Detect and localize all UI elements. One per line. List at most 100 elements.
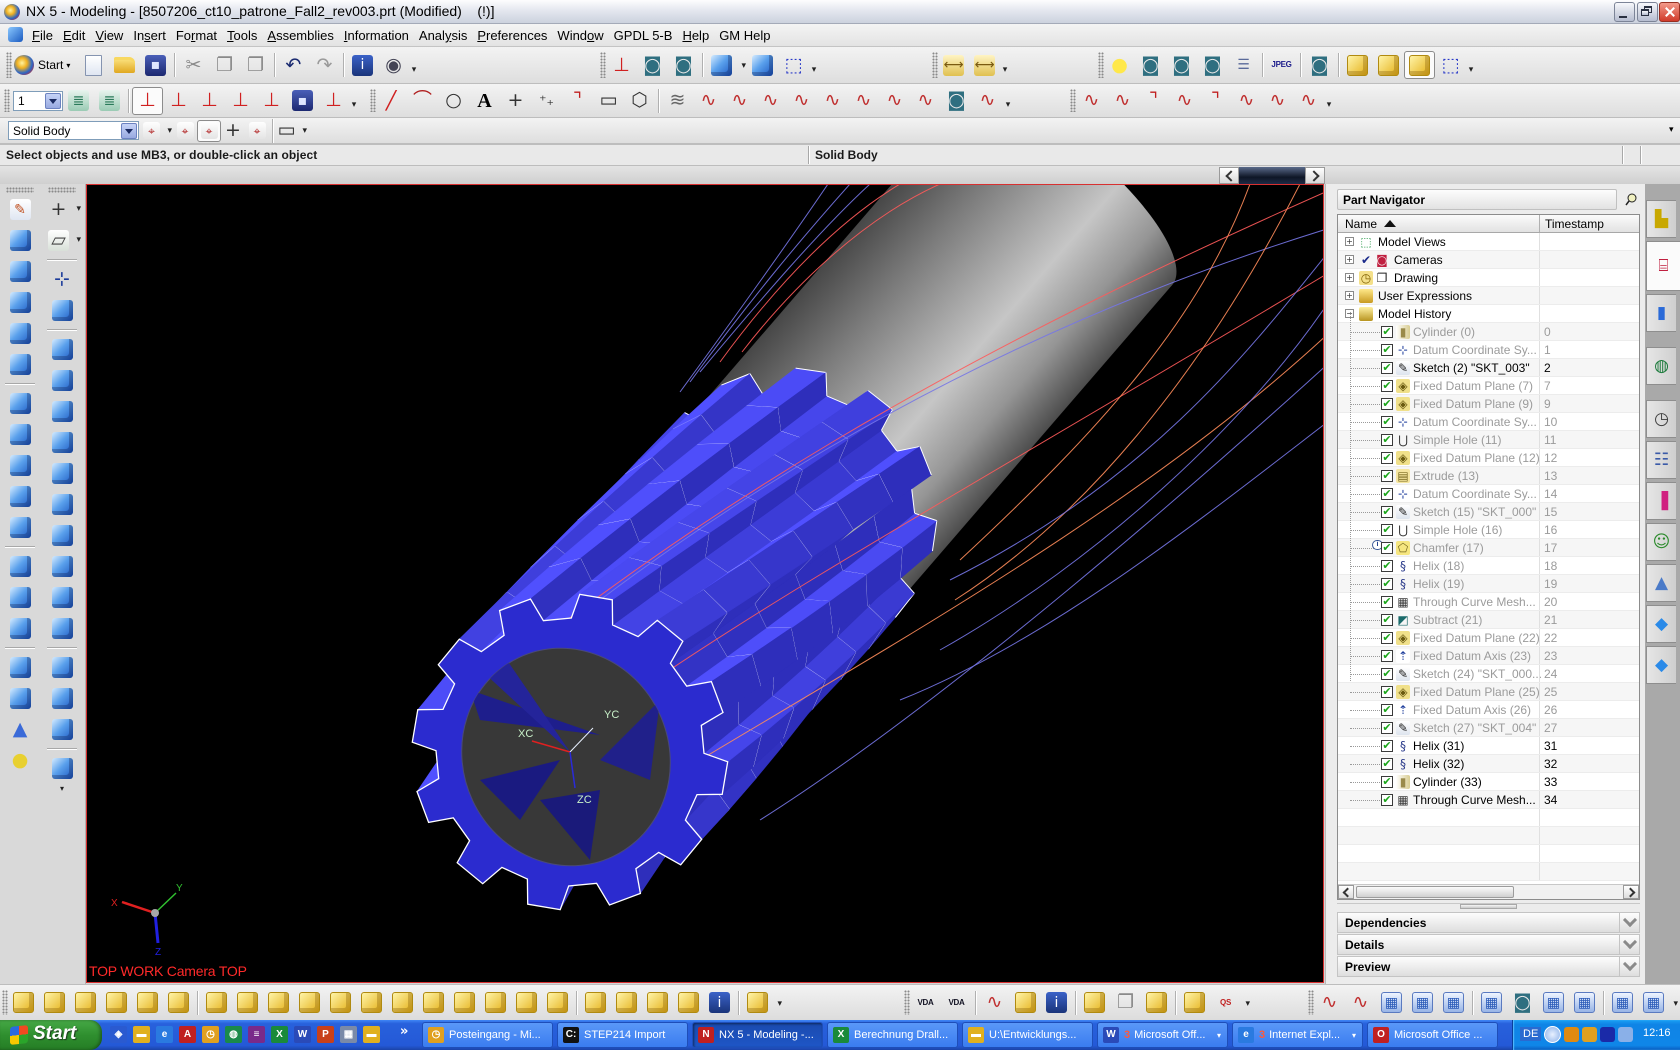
word-launcher-icon[interactable]: W — [294, 1026, 311, 1043]
acrobat-launcher-icon[interactable]: A — [179, 1026, 196, 1043]
datum-point-button[interactable]: + ▾ — [42, 194, 82, 225]
navigator-node-drawing[interactable]: + ◷ ❐ Drawing — [1338, 269, 1639, 287]
clock[interactable]: 12:16 — [1643, 1027, 1671, 1039]
orient-view-to-model-button[interactable]: ◙ — [637, 51, 668, 79]
horizontal-scrollbar[interactable] — [1338, 884, 1639, 899]
minimize-button[interactable] — [1614, 2, 1635, 22]
suppress-checkbox[interactable]: ✔ — [1381, 632, 1393, 644]
history-row[interactable]: ✔ ◈ Fixed Datum Plane (25) 25 — [1338, 683, 1639, 701]
studio-display-button[interactable]: ◙ — [1304, 51, 1335, 79]
block-button[interactable] — [2, 652, 38, 683]
show-desktop-launcher-icon[interactable]: ◈ — [110, 1026, 127, 1043]
part-navigator-tree[interactable]: Name Timestamp + ⬚ Model Views + ✔ ◙ Cameras + ◷… — [1337, 214, 1640, 900]
copy-button[interactable]: ❐ — [209, 51, 240, 79]
view-section-button[interactable]: ◙ — [1166, 51, 1197, 79]
history-row[interactable]: ✔ ▮ Cylinder (0) 0 — [1338, 323, 1639, 341]
history-row[interactable]: ✔ § Helix (32) 32 — [1338, 755, 1639, 773]
snap-feature-button[interactable]: ⌖ — [245, 120, 269, 142]
high-quality-image-button[interactable]: ◙ — [1135, 51, 1166, 79]
menu-edit[interactable]: Edit — [58, 24, 90, 47]
wcs-set-origin-xyz-button[interactable]: ⊥ — [256, 87, 287, 115]
history-row[interactable]: ✔ ▮ Cylinder (33) 33 — [1338, 773, 1639, 791]
wcs-orient-button[interactable]: ⊥ — [225, 87, 256, 115]
suppress-checkbox[interactable]: ✔ — [1381, 362, 1393, 374]
restore-button[interactable] — [1637, 2, 1658, 22]
history-row[interactable]: ✔ § Helix (18) 18 — [1338, 557, 1639, 575]
circle-button[interactable]: ○ — [438, 87, 469, 115]
history-row[interactable]: ✔ ⋃ Simple Hole (11) 11 — [1338, 431, 1639, 449]
type-filter-dropdown[interactable]: Solid Body — [8, 121, 139, 140]
soft-blend-button[interactable] — [44, 396, 80, 427]
thread-button[interactable] — [44, 489, 80, 520]
history-row[interactable]: ✔ ⊹ Datum Coordinate Sy... 14 — [1338, 485, 1639, 503]
history-row[interactable]: ✔ ⊹ Datum Coordinate Sy... 1 — [1338, 341, 1639, 359]
suppress-checkbox[interactable]: ✔ — [1381, 794, 1393, 806]
edit-curve-length-button[interactable]: ∿ — [1231, 87, 1262, 115]
edit-curve-parameters-button[interactable]: ∿ — [1076, 87, 1107, 115]
history-palette-tab[interactable]: ◷ — [1646, 400, 1676, 438]
text-button[interactable]: A — [469, 87, 500, 115]
information-window-button[interactable]: i — [1041, 989, 1072, 1017]
component-properties-button[interactable] — [611, 989, 642, 1017]
search-icon[interactable] — [1618, 1027, 1633, 1042]
wcs-save-button[interactable]: ▪ — [287, 87, 318, 115]
scroll-left-button[interactable] — [1219, 167, 1239, 184]
face-blend-button[interactable] — [44, 365, 80, 396]
thicken-button[interactable] — [44, 683, 80, 714]
taskbar-button[interactable]: ▬ U:\Entwicklungs... — [962, 1022, 1093, 1048]
history-row[interactable]: ✔ ⇡ Fixed Datum Axis (23) 23 — [1338, 647, 1639, 665]
visualization-palette-tab[interactable]: ▐ — [1646, 482, 1676, 520]
internet-explorer-launcher-icon[interactable]: e — [156, 1026, 173, 1043]
through-curves-button[interactable]: ∿ — [1314, 989, 1345, 1017]
history-row[interactable]: ✔ ✎ Sketch (27) "SKT_004" 27 — [1338, 719, 1639, 737]
work-layer-dropdown[interactable]: 1 — [13, 90, 63, 111]
arc-button[interactable]: ⌒ — [407, 87, 438, 115]
web-browser-tab[interactable]: ◍ — [1646, 347, 1676, 385]
slot-button[interactable] — [44, 458, 80, 489]
smooth-spline-button[interactable]: ∿ — [1262, 87, 1293, 115]
chevron-down-icon[interactable]: ▾ — [777, 998, 782, 1009]
suppress-checkbox[interactable]: ✔ — [1381, 578, 1393, 590]
history-row[interactable]: i ✔ ⬠ Chamfer (17) 17 — [1338, 539, 1639, 557]
trim-body-button[interactable] — [44, 295, 80, 326]
toolbar-more-dropdown[interactable]: ▾ — [1466, 56, 1476, 75]
wireframe-block-button[interactable]: ⬚ — [1435, 51, 1466, 79]
check-assembly-button[interactable] — [673, 989, 704, 1017]
powerpoint-launcher-icon[interactable]: P — [317, 1026, 334, 1043]
revolve-button[interactable] — [2, 256, 38, 287]
lightbulb-button[interactable]: ● — [1104, 51, 1135, 79]
pin-icon[interactable] — [1624, 192, 1638, 206]
suppress-checkbox[interactable]: ✔ — [1381, 722, 1393, 734]
information-button[interactable]: i — [347, 51, 378, 79]
suppress-checkbox[interactable]: ✔ — [1381, 650, 1393, 662]
history-row[interactable]: ✔ ▤ Extrude (13) 13 — [1338, 467, 1639, 485]
menu-assemblies[interactable]: Assemblies — [262, 24, 338, 47]
system-materials-tab[interactable]: ☷ — [1646, 441, 1676, 479]
add-existing-component-button[interactable] — [201, 989, 232, 1017]
history-row[interactable]: ✔ ⊹ Datum Coordinate Sy... 10 — [1338, 413, 1639, 431]
chevron-down-icon[interactable]: ▾ — [76, 203, 81, 214]
taskbar-button[interactable]: C: STEP214 Import — [557, 1022, 688, 1048]
history-row[interactable]: ✔ § Helix (31) 31 — [1338, 737, 1639, 755]
expand-icon[interactable]: + — [1345, 237, 1354, 246]
toolbar-grip[interactable] — [6, 187, 34, 193]
suppress-checkbox[interactable]: ✔ — [1381, 704, 1393, 716]
link-assembly-button[interactable] — [642, 989, 673, 1017]
taskbar-button[interactable]: X Berechnung Drall... — [827, 1022, 958, 1048]
reposition-component-button[interactable] — [1373, 51, 1404, 79]
navigator-node-cameras[interactable]: + ✔ ◙ Cameras — [1338, 251, 1639, 269]
toolbar-grip[interactable] — [48, 187, 76, 193]
new-file-button[interactable] — [78, 51, 109, 79]
move-to-layer-button[interactable]: ≣ — [94, 87, 125, 115]
suppress-checkbox[interactable]: ✔ — [1381, 398, 1393, 410]
menu-gpdl-5-b[interactable]: GPDL 5-B — [609, 24, 678, 47]
taskbar-button[interactable]: W 3 Microsoft Off... ▾ — [1097, 1022, 1228, 1048]
chevron-down-icon[interactable] — [1619, 957, 1639, 976]
wcs-orient-view-button[interactable]: ⊥ — [606, 51, 637, 79]
history-row[interactable]: ✔ ◩ Subtract (21) 21 — [1338, 611, 1639, 629]
clearance-analysis-button[interactable] — [580, 989, 611, 1017]
paste-button[interactable]: ❐ — [240, 51, 271, 79]
graphics-window[interactable]: XC YC ZC X Y Z TOP WORK Camera TOP — [86, 184, 1324, 983]
polygon-button[interactable]: ⬡ — [624, 87, 655, 115]
nx-app-icon[interactable] — [4, 4, 20, 20]
